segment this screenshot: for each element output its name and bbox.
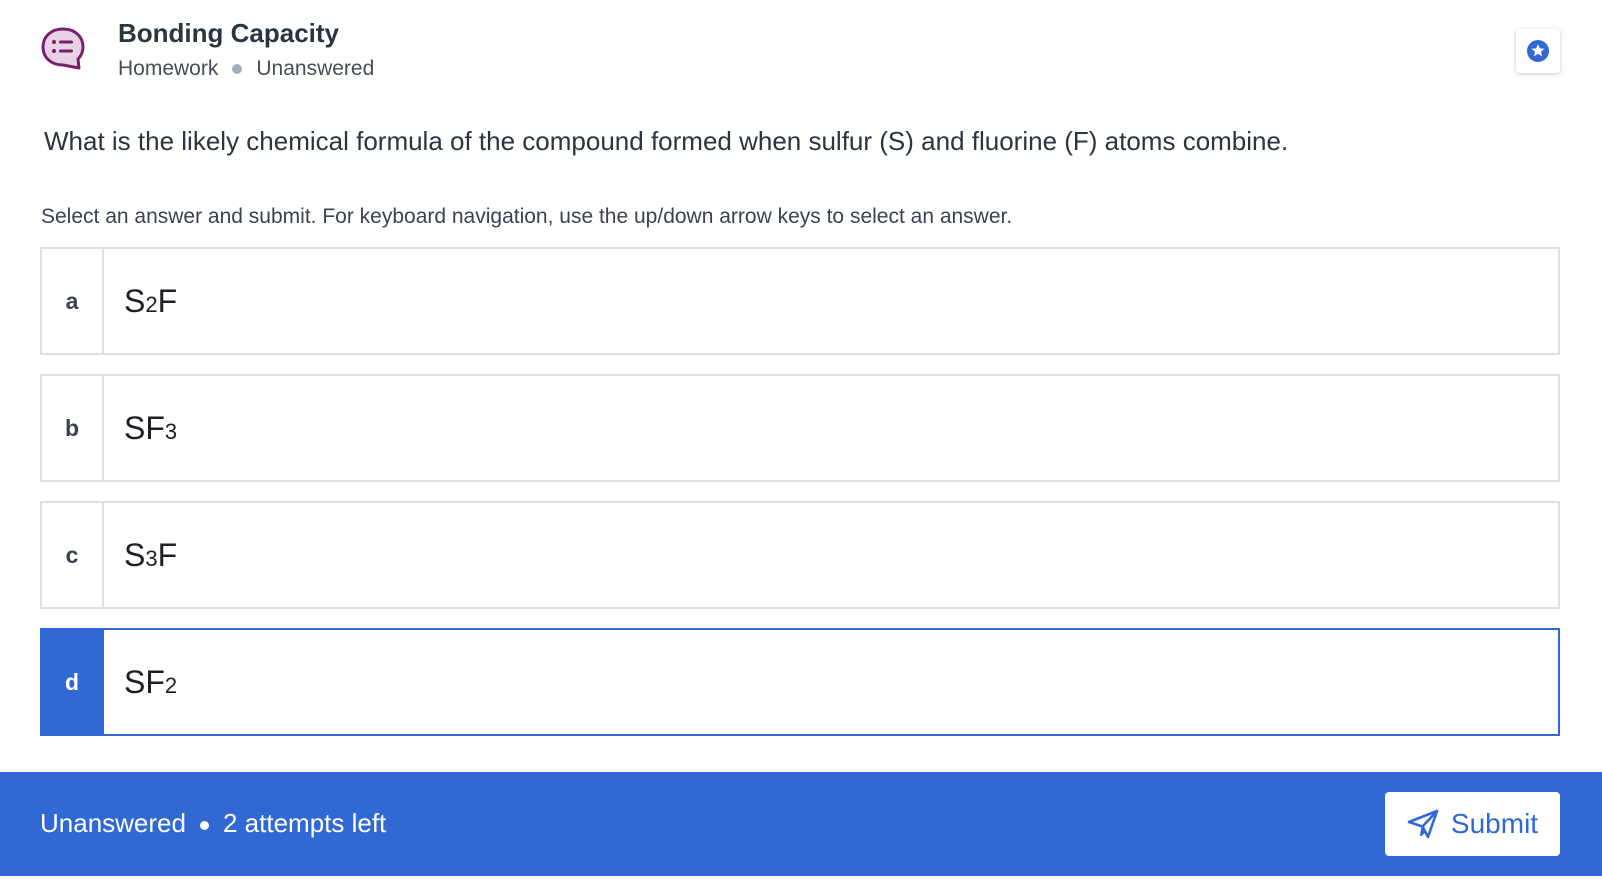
option-formula: S3F [104, 503, 177, 607]
option-formula: S2F [104, 249, 177, 353]
chat-list-icon [41, 27, 85, 70]
option-letter: b [42, 376, 104, 480]
option-formula: SF 3 [104, 376, 177, 480]
send-icon [1407, 809, 1439, 839]
answer-option-b[interactable]: b SF 3 [40, 374, 1560, 482]
answer-option-a[interactable]: a S2F [40, 247, 1560, 355]
option-letter: a [42, 249, 104, 353]
instructions-text: Select an answer and submit. For keyboar… [41, 205, 1013, 228]
option-letter: c [42, 503, 104, 607]
assignment-status: Unanswered [256, 57, 375, 80]
assignment-type: Homework [118, 57, 219, 80]
formula-part: SF [124, 409, 165, 446]
question-text: What is the likely chemical formula of t… [44, 126, 1289, 156]
option-formula: SF 2 [104, 630, 177, 734]
formula-part: S [124, 536, 146, 573]
formula-subscript: 3 [164, 419, 178, 444]
assignment-meta: Homework Unanswered [118, 57, 374, 81]
answer-option-c[interactable]: c S3F [40, 501, 1560, 609]
submit-bar: Unanswered 2 attempts left Submit [0, 772, 1602, 876]
submit-button[interactable]: Submit [1385, 792, 1560, 856]
page-title: Bonding Capacity [118, 18, 340, 48]
formula-subscript: 2 [164, 673, 178, 698]
footer-status: Unanswered 2 attempts left [40, 808, 386, 839]
separator-dot [199, 821, 209, 830]
separator-dot [232, 64, 243, 74]
bookmark-button[interactable] [1516, 29, 1560, 73]
question-page: Bonding Capacity Homework Unanswered Wha… [0, 0, 1602, 882]
formula-part: F [157, 536, 178, 573]
answer-option-d[interactable]: d SF 2 [40, 628, 1560, 736]
formula-part: S [124, 282, 146, 319]
formula-subscript: 2 [145, 292, 158, 317]
star-icon [1527, 40, 1549, 62]
answer-status: Unanswered [40, 808, 186, 838]
formula-part: F [157, 282, 178, 319]
option-letter: d [42, 630, 104, 734]
submit-label: Submit [1450, 808, 1539, 839]
attempts-left: 2 attempts left [222, 808, 387, 838]
formula-subscript: 3 [145, 546, 158, 571]
formula-part: SF [124, 663, 165, 700]
